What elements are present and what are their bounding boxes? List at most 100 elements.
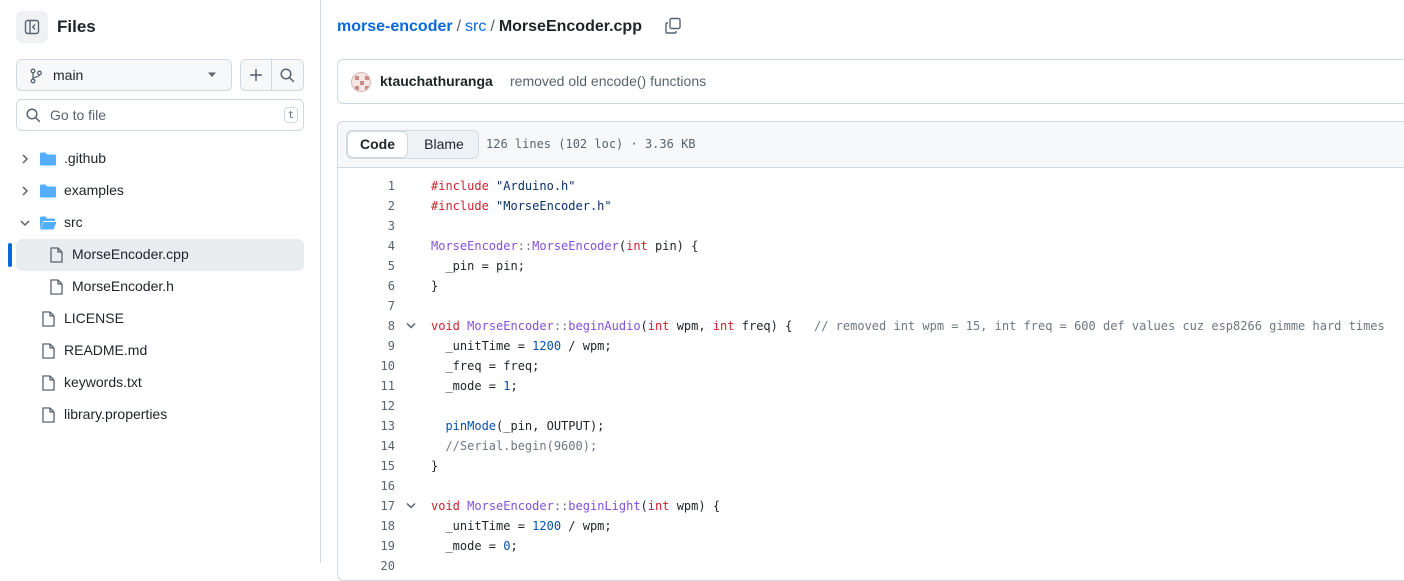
line-code: pinMode(_pin, OUTPUT); (431, 416, 604, 436)
go-to-file-placeholder: Go to file (50, 107, 107, 123)
code-line: 17 void MorseEncoder::beginLight(int wpm)… (338, 496, 1404, 516)
line-code: _unitTime = 1200 / wpm; (431, 516, 612, 536)
code-token: int (712, 319, 735, 333)
tree-item-keywords[interactable]: keywords.txt (16, 367, 304, 399)
code-token: ( (640, 319, 648, 333)
selected-indicator (8, 243, 12, 267)
line-number[interactable]: 3 (338, 216, 395, 236)
tree-item-src[interactable]: src (16, 207, 304, 239)
breadcrumb-current-file: MorseEncoder.cpp (498, 18, 642, 35)
tree-item-label: .github (64, 150, 107, 166)
code-token: wpm) { (669, 499, 721, 513)
line-number[interactable]: 6 (338, 276, 395, 296)
commit-author[interactable]: ktauchathuranga (380, 73, 493, 89)
line-number[interactable]: 11 (338, 376, 395, 396)
line-number[interactable]: 2 (338, 196, 395, 216)
keyboard-shortcut-hint: t (284, 107, 298, 123)
code-token: MorseEncoder (532, 239, 619, 253)
code-token: //Serial.begin(9600); (445, 439, 598, 453)
code-token: pin) { (647, 239, 699, 253)
line-number[interactable]: 15 (338, 456, 395, 476)
line-number[interactable]: 19 (338, 536, 395, 556)
file-icon (50, 247, 63, 263)
tree-item-examples[interactable]: examples (16, 175, 304, 207)
search-button[interactable] (271, 59, 304, 91)
code-line: 2 #include "MorseEncoder.h" (338, 196, 1404, 216)
code-line: 16 (338, 476, 1404, 496)
line-number[interactable]: 13 (338, 416, 395, 436)
tree-item-morseencoder-h[interactable]: MorseEncoder.h (16, 271, 304, 303)
line-number[interactable]: 8 (338, 316, 395, 336)
code-token: // removed int wpm = 15, int freq = 600 … (814, 319, 1385, 333)
search-icon (280, 67, 295, 82)
line-number[interactable]: 4 (338, 236, 395, 256)
breadcrumb-separator: / (456, 18, 462, 35)
tree-item-library-properties[interactable]: library.properties (16, 399, 304, 431)
code-line: 18 _unitTime = 1200 / wpm; (338, 516, 1404, 536)
file-icon (42, 343, 55, 359)
line-number[interactable]: 1 (338, 176, 395, 196)
line-number[interactable]: 5 (338, 256, 395, 276)
tree-item-readme[interactable]: README.md (16, 335, 304, 367)
tab-code[interactable]: Code (347, 131, 408, 158)
breadcrumb-dir-link[interactable]: src (465, 18, 486, 35)
code-line: 8 void MorseEncoder::beginAudio(int wpm, … (338, 316, 1404, 336)
line-number[interactable]: 12 (338, 396, 395, 416)
code-line: 14 //Serial.begin(9600); (338, 436, 1404, 456)
code-line: 10 _freq = freq; (338, 356, 1404, 376)
code-token: beginLight (568, 499, 641, 513)
line-number[interactable]: 17 (338, 496, 395, 516)
code-token: "Arduino.h" (496, 179, 576, 193)
code-token: :: (553, 319, 569, 333)
line-number[interactable]: 9 (338, 336, 395, 356)
line-code: #include "MorseEncoder.h" (431, 196, 612, 216)
code-token: _unitTime = (431, 339, 533, 353)
code-token: 1200 (532, 339, 562, 353)
file-icon (42, 407, 55, 423)
commit-message[interactable]: removed old encode() functions (510, 73, 706, 89)
copy-path-button[interactable] (664, 17, 682, 40)
line-code: } (431, 276, 438, 296)
code-token: } (431, 459, 439, 473)
breadcrumb-repo-link[interactable]: morse-encoder (337, 18, 453, 35)
line-number[interactable]: 7 (338, 296, 395, 316)
code-token: / wpm; (561, 519, 612, 533)
line-code: //Serial.begin(9600); (431, 436, 597, 456)
go-to-file-input[interactable]: Go to file t (16, 99, 304, 131)
line-code: _unitTime = 1200 / wpm; (431, 336, 611, 356)
tree-item-license[interactable]: LICENSE (16, 303, 304, 335)
branch-name: main (53, 67, 84, 83)
tree-item-github[interactable]: .github (16, 143, 304, 175)
line-code: MorseEncoder::MorseEncoder(int pin) { (431, 236, 698, 256)
tree-item-label: keywords.txt (64, 374, 142, 390)
fold-chevron-icon[interactable] (405, 501, 417, 511)
code-token: beginAudio (568, 319, 641, 333)
code-line: 12 (338, 396, 1404, 416)
code-token: _freq = freq; (431, 359, 540, 373)
file-info: 126 lines (102 loc) · 3.36 KB (486, 137, 696, 151)
line-number[interactable]: 10 (338, 356, 395, 376)
tab-blame[interactable]: Blame (409, 131, 479, 158)
code-token: wpm, (669, 319, 713, 333)
code-line: 3 (338, 216, 1404, 236)
file-icon (42, 311, 55, 327)
branch-selector[interactable]: main (16, 59, 232, 91)
line-number[interactable]: 18 (338, 516, 395, 536)
add-file-button[interactable] (240, 59, 272, 91)
collapse-sidebar-button[interactable] (16, 11, 48, 43)
fold-chevron-icon[interactable] (405, 321, 417, 331)
code-token: _mode = (431, 539, 504, 553)
avatar[interactable] (351, 72, 371, 92)
tree-item-label: library.properties (64, 406, 168, 422)
chevron-right-icon (22, 154, 29, 164)
line-number[interactable]: 14 (338, 436, 395, 456)
triangle-down-icon (208, 72, 216, 77)
line-number[interactable]: 20 (338, 556, 395, 576)
folder-icon (40, 152, 56, 166)
tree-item-morseencoder-cpp[interactable]: MorseEncoder.cpp (16, 239, 304, 271)
line-number[interactable]: 16 (338, 476, 395, 496)
